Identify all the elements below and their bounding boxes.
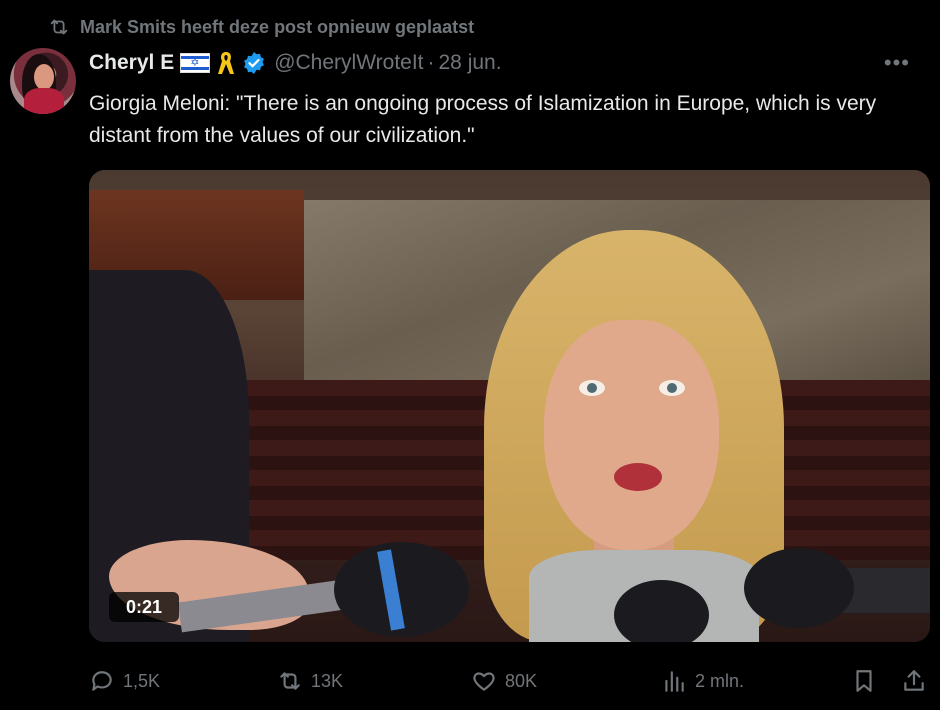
action-bar: 1,5K 13K 80K 2 mln. xyxy=(89,664,930,698)
yellow-ribbon-icon xyxy=(218,52,235,74)
heart-icon xyxy=(473,672,495,691)
post-date[interactable]: 28 jun. xyxy=(439,51,502,75)
author-name[interactable]: Cheryl E xyxy=(89,51,174,75)
avatar[interactable] xyxy=(10,48,76,114)
repost-count: 13K xyxy=(311,670,344,691)
reply-button[interactable]: 1,5K xyxy=(89,664,160,698)
tweet-text: Giorgia Meloni: "There is an ongoing pro… xyxy=(89,92,877,147)
tweet-header: Cheryl E ✡ @CherylWroteIt · 28 jun. ••• xyxy=(89,50,920,76)
share-icon xyxy=(904,670,924,691)
more-options-icon[interactable]: ••• xyxy=(884,50,910,76)
like-count: 80K xyxy=(505,670,538,691)
repost-button[interactable]: 13K xyxy=(277,664,343,698)
views-icon xyxy=(665,671,684,692)
reply-count: 1,5K xyxy=(123,670,161,691)
bookmark-icon xyxy=(856,670,872,692)
author-handle[interactable]: @CherylWroteIt xyxy=(274,51,423,75)
video-duration: 0:21 xyxy=(109,592,179,622)
repost-text[interactable]: Mark Smits heeft deze post opnieuw gepla… xyxy=(80,17,474,38)
repost-icon xyxy=(280,672,300,690)
share-button[interactable] xyxy=(901,664,927,698)
like-button[interactable]: 80K xyxy=(471,664,537,698)
video-player[interactable] xyxy=(89,170,930,642)
repost-indicator[interactable]: Mark Smits heeft deze post opnieuw gepla… xyxy=(48,16,474,38)
separator-dot: · xyxy=(427,51,435,74)
repost-icon xyxy=(50,19,68,35)
reply-icon xyxy=(92,671,112,691)
verified-icon xyxy=(244,52,265,74)
bookmark-button[interactable] xyxy=(851,664,877,698)
views-button[interactable]: 2 mln. xyxy=(661,664,744,698)
israel-flag-icon: ✡ xyxy=(180,53,211,73)
views-count: 2 mln. xyxy=(695,670,745,691)
